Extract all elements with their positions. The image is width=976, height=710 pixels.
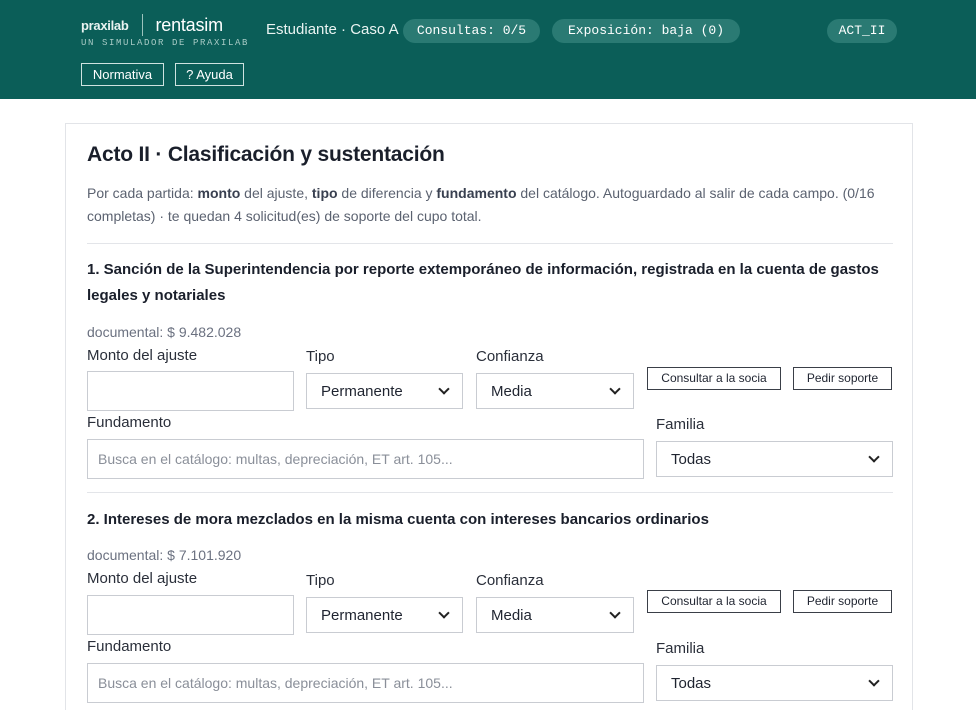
documental-amount: documental: $ 9.482.028	[87, 324, 242, 340]
chevron-down-icon	[868, 451, 880, 463]
confianza-select[interactable]: Media	[476, 597, 634, 633]
tipo-selected: Permanente	[321, 606, 403, 624]
monto-input[interactable]	[87, 371, 294, 411]
familia-label: Familia	[656, 640, 705, 657]
top-bar: praxilab rentasim UN SIMULADOR DE PRAXIL…	[0, 0, 976, 99]
consultar-socia-button[interactable]: Consultar a la socia	[647, 590, 781, 613]
brand-rentasim: rentasim	[155, 14, 223, 35]
monto-label: Monto del ajuste	[87, 347, 198, 364]
familia-selected: Todas	[671, 674, 712, 692]
confianza-label: Confianza	[476, 348, 544, 365]
chevron-down-icon	[868, 675, 880, 687]
tipo-label: Tipo	[306, 348, 335, 365]
tipo-label: Tipo	[306, 572, 335, 589]
brand-praxilab: praxilab	[81, 17, 129, 33]
consultas-badge: Consultas: 0/5	[403, 19, 540, 43]
pedir-soporte-button[interactable]: Pedir soporte	[793, 367, 892, 390]
divider	[87, 243, 893, 244]
tipo-selected: Permanente	[321, 382, 403, 400]
chevron-down-icon	[438, 607, 450, 619]
familia-select[interactable]: Todas	[656, 665, 893, 701]
chevron-down-icon	[609, 607, 621, 619]
act-badge: ACT_II	[827, 19, 897, 43]
familia-select[interactable]: Todas	[656, 441, 893, 477]
documental-amount: documental: $ 7.101.920	[87, 547, 242, 563]
confianza-selected: Media	[491, 382, 532, 400]
confianza-label: Confianza	[476, 572, 544, 589]
brand-logo: praxilab rentasim	[81, 10, 223, 40]
monto-label: Monto del ajuste	[87, 570, 198, 587]
intro-text: Por cada partida: monto del ajuste, tipo…	[87, 185, 875, 224]
help-button[interactable]: ? Ayuda	[175, 63, 244, 86]
fundamento-label: Fundamento	[87, 638, 172, 655]
familia-label: Familia	[656, 416, 705, 433]
page-title: Acto II · Clasificación y sustentación	[87, 143, 445, 166]
brand-tagline: UN SIMULADOR DE PRAXILAB	[81, 38, 250, 48]
familia-selected: Todas	[671, 450, 712, 468]
fundamento-search-input[interactable]	[87, 439, 644, 479]
normativa-button[interactable]: Normativa	[81, 63, 164, 86]
chevron-down-icon	[438, 383, 450, 395]
monto-input[interactable]	[87, 595, 294, 635]
fundamento-search-input[interactable]	[87, 663, 644, 703]
exposicion-badge: Exposición: baja (0)	[552, 19, 740, 43]
tipo-select[interactable]: Permanente	[306, 597, 463, 633]
act-card: Acto II · Clasificación y sustentación P…	[65, 123, 913, 710]
pedir-soporte-button[interactable]: Pedir soporte	[793, 590, 892, 613]
item-title: 2. Intereses de mora mezclados en la mis…	[87, 511, 709, 528]
tipo-select[interactable]: Permanente	[306, 373, 463, 409]
chevron-down-icon	[609, 383, 621, 395]
role-label: Estudiante · Caso A	[266, 21, 399, 38]
item-title: 1. Sanción de la Superintendencia por re…	[87, 261, 879, 304]
confianza-select[interactable]: Media	[476, 373, 634, 409]
brand-separator	[142, 14, 144, 36]
fundamento-label: Fundamento	[87, 414, 172, 431]
divider	[87, 492, 893, 493]
consultar-socia-button[interactable]: Consultar a la socia	[647, 367, 781, 390]
confianza-selected: Media	[491, 606, 532, 624]
